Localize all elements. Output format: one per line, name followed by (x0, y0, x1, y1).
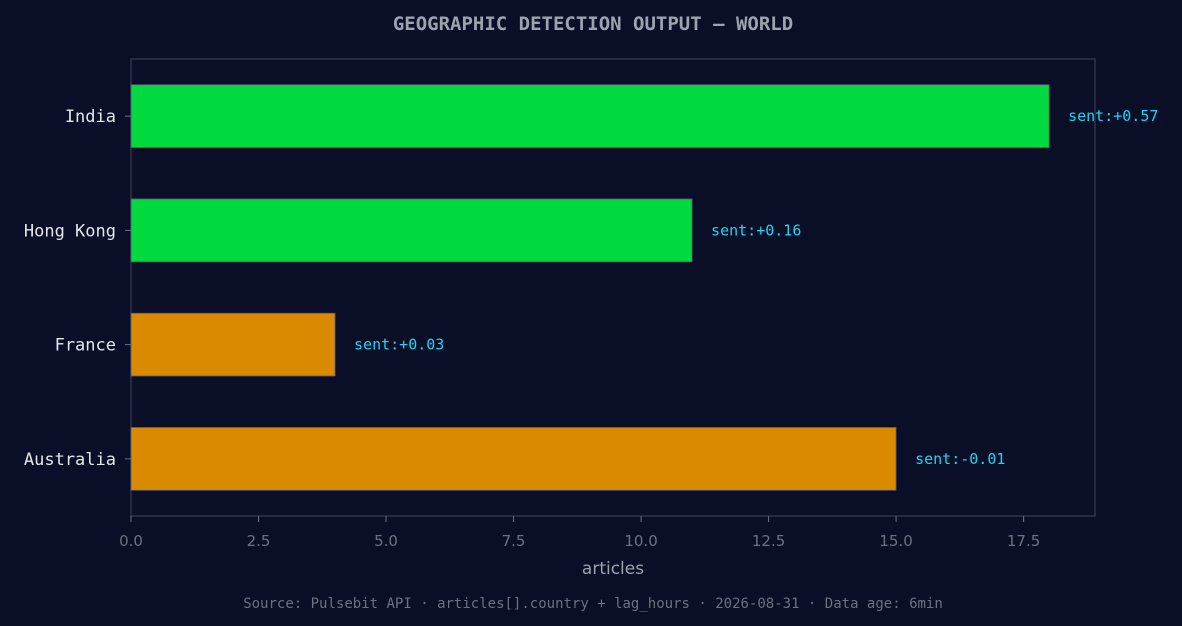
x-tick-label: 2.5 (247, 532, 271, 550)
x-tick-label: 12.5 (752, 532, 785, 550)
bar (130, 198, 693, 263)
x-tick-label: 0.0 (119, 532, 143, 550)
x-tick-label: 15.0 (879, 532, 912, 550)
bar (130, 84, 1050, 148)
chart-title: GEOGRAPHIC DETECTION OUTPUT — WORLD (393, 13, 793, 35)
bar-value-label: sent:+0.57 (1068, 107, 1158, 125)
x-axis-label: articles (582, 559, 644, 579)
bar-value-label: sent:+0.16 (711, 221, 801, 239)
x-tick-label: 7.5 (502, 532, 526, 550)
y-tick-label: France (55, 336, 116, 356)
bar (130, 312, 336, 377)
bar-value-label: sent:-0.01 (915, 450, 1005, 468)
source-footer: Source: Pulsebit API · articles[].countr… (243, 596, 943, 612)
bars-layer: sent:+0.57 India sent:+0.16 Hong Kong sent:+… (24, 84, 1158, 491)
x-tick-label: 10.0 (624, 532, 657, 550)
x-tick-label: 17.5 (1007, 532, 1040, 550)
ticks-layer: 0.0 2.5 5.0 7.5 10.0 12.5 15.0 17.5 (119, 516, 1040, 550)
bar-value-label: sent:+0.03 (354, 336, 444, 354)
y-tick-label: India (65, 107, 116, 127)
bar (130, 427, 897, 491)
y-tick-label: Hong Kong (24, 221, 116, 241)
bar-chart: GEOGRAPHIC DETECTION OUTPUT — WORLD sent… (24, 13, 1159, 612)
y-tick-label: Australia (24, 450, 116, 470)
x-tick-label: 5.0 (374, 532, 398, 550)
